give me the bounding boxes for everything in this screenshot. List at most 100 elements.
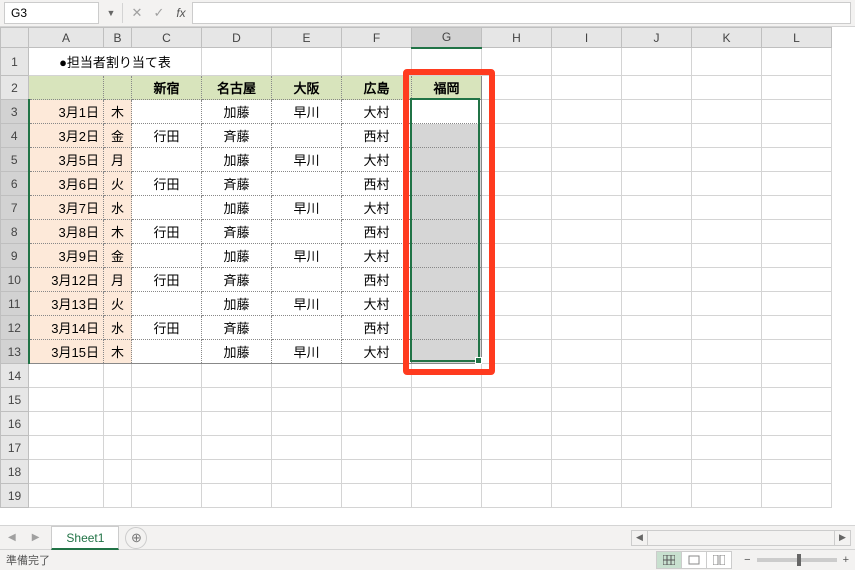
cell-G16[interactable] [412,412,482,436]
cell-L12[interactable] [762,316,832,340]
cell-C16[interactable] [132,412,202,436]
cell-C5[interactable] [132,148,202,172]
horizontal-scrollbar[interactable]: ◀ ▶ [631,530,851,546]
cell-D14[interactable] [202,364,272,388]
sheet-tab-active[interactable]: Sheet1 [51,526,119,550]
cell-G3[interactable] [412,100,482,124]
cell-G18[interactable] [412,460,482,484]
cell-A14[interactable] [29,364,104,388]
cell-E7[interactable]: 早川 [272,196,342,220]
cell-J19[interactable] [622,484,692,508]
cell-L8[interactable] [762,220,832,244]
cell-I10[interactable] [552,268,622,292]
row-header-1[interactable]: 1 [1,48,29,76]
cell-H12[interactable] [482,316,552,340]
cell-I1[interactable] [552,48,622,76]
cell-C8[interactable]: 行田 [132,220,202,244]
cell-D2[interactable]: 名古屋 [202,76,272,100]
col-header-I[interactable]: I [552,28,622,48]
cell-H2[interactable] [482,76,552,100]
cell-F17[interactable] [342,436,412,460]
row-header-3[interactable]: 3 [1,100,29,124]
cell-K2[interactable] [692,76,762,100]
cell-E2[interactable]: 大阪 [272,76,342,100]
cell-H19[interactable] [482,484,552,508]
select-all-corner[interactable] [1,28,29,48]
cell-I16[interactable] [552,412,622,436]
cell-E5[interactable]: 早川 [272,148,342,172]
cell-K16[interactable] [692,412,762,436]
zoom-thumb[interactable] [797,554,801,566]
cell-J18[interactable] [622,460,692,484]
cell-D5[interactable]: 加藤 [202,148,272,172]
cell-A13[interactable]: 3月15日 [29,340,104,364]
cell-G2[interactable]: 福岡 [412,76,482,100]
cell-H15[interactable] [482,388,552,412]
cell-E1[interactable] [272,48,342,76]
cell-I3[interactable] [552,100,622,124]
cell-E3[interactable]: 早川 [272,100,342,124]
cell-B8[interactable]: 木 [104,220,132,244]
cell-A15[interactable] [29,388,104,412]
cell-D7[interactable]: 加藤 [202,196,272,220]
cell-A19[interactable] [29,484,104,508]
cell-B15[interactable] [104,388,132,412]
row-header-5[interactable]: 5 [1,148,29,172]
col-header-G[interactable]: G [412,28,482,48]
cell-D10[interactable]: 斉藤 [202,268,272,292]
cell-K5[interactable] [692,148,762,172]
row-header-4[interactable]: 4 [1,124,29,148]
cell-E17[interactable] [272,436,342,460]
cell-J1[interactable] [622,48,692,76]
cell-I12[interactable] [552,316,622,340]
cell-I2[interactable] [552,76,622,100]
cell-G1[interactable] [412,48,482,76]
cell-H14[interactable] [482,364,552,388]
cell-G13[interactable] [412,340,482,364]
cell-F16[interactable] [342,412,412,436]
cell-E18[interactable] [272,460,342,484]
cell-G6[interactable] [412,172,482,196]
cell-D12[interactable]: 斉藤 [202,316,272,340]
cell-L13[interactable] [762,340,832,364]
cell-H5[interactable] [482,148,552,172]
cell-E14[interactable] [272,364,342,388]
cell-G15[interactable] [412,388,482,412]
cell-G5[interactable] [412,148,482,172]
cell-B19[interactable] [104,484,132,508]
page-layout-view-button[interactable] [681,551,707,569]
cell-D9[interactable]: 加藤 [202,244,272,268]
cell-I5[interactable] [552,148,622,172]
cell-A9[interactable]: 3月9日 [29,244,104,268]
cell-B3[interactable]: 木 [104,100,132,124]
cell-D1[interactable] [202,48,272,76]
cell-B5[interactable]: 月 [104,148,132,172]
cell-K17[interactable] [692,436,762,460]
cell-F4[interactable]: 西村 [342,124,412,148]
col-header-D[interactable]: D [202,28,272,48]
cell-L9[interactable] [762,244,832,268]
cell-A16[interactable] [29,412,104,436]
cell-B9[interactable]: 金 [104,244,132,268]
cell-G9[interactable] [412,244,482,268]
cell-F1[interactable] [342,48,412,76]
cell-L16[interactable] [762,412,832,436]
cell-B16[interactable] [104,412,132,436]
cell-E11[interactable]: 早川 [272,292,342,316]
cell-F3[interactable]: 大村 [342,100,412,124]
cell-F6[interactable]: 西村 [342,172,412,196]
cell-D17[interactable] [202,436,272,460]
cell-I15[interactable] [552,388,622,412]
cell-J3[interactable] [622,100,692,124]
cell-A18[interactable] [29,460,104,484]
cell-I9[interactable] [552,244,622,268]
cell-I17[interactable] [552,436,622,460]
cell-H9[interactable] [482,244,552,268]
scroll-left-icon[interactable]: ◀ [632,531,648,545]
cell-F9[interactable]: 大村 [342,244,412,268]
row-header-18[interactable]: 18 [1,460,29,484]
cell-E4[interactable] [272,124,342,148]
cell-J10[interactable] [622,268,692,292]
cell-H3[interactable] [482,100,552,124]
cell-K18[interactable] [692,460,762,484]
